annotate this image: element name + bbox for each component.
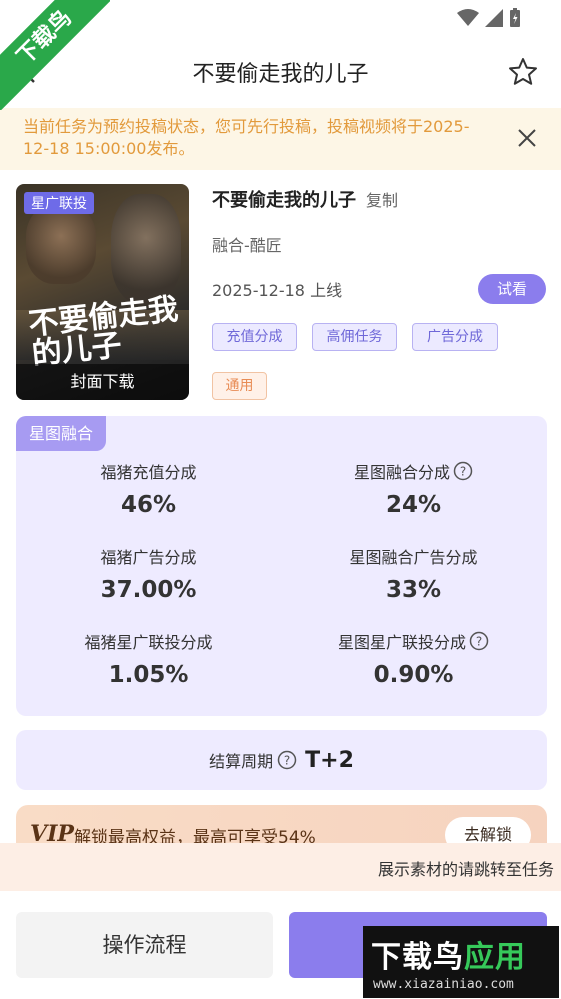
cover-art-figure-right [111,194,181,304]
tag-chip: 高佣任务 [312,323,397,351]
share-item-key: 福猪广告分成 [100,548,197,567]
status-icons [457,8,521,28]
trial-watch-button[interactable]: 试看 [478,274,546,304]
cover-download-button[interactable]: 封面下载 [16,364,189,400]
revenue-share-panel: 星图融合 福猪充值分成 46% 星图融合分成 ? 24% 福猪广告分成 37.0… [16,416,547,716]
settlement-period: 结算周期 ? T+2 [16,730,547,790]
share-item: 福猪星广联投分成 1.05% [16,630,281,688]
help-icon[interactable]: ? [277,750,297,770]
share-item-key: 福猪充值分成 [100,463,197,482]
cover-tag: 星广联投 [24,192,94,214]
settlement-period-label: 结算周期 [209,752,274,771]
share-item-key: 福猪星广联投分成 [84,633,213,652]
tag-chip: 广告分成 [412,323,498,351]
share-item-value: 46% [120,492,177,518]
share-item: 福猪广告分成 37.00% [16,545,281,603]
share-item: 星图融合广告分成 33% [281,545,546,603]
schedule-notice: 当前任务为预约投稿状态，您可先行投稿，投稿视频将于2025-12-18 15:0… [0,108,561,170]
drama-cover[interactable]: 不要偷走我的儿子 星广联投 封面下载 [16,184,189,400]
share-item: 星图星广联投分成 ? 0.90% [281,630,546,688]
tag-chip: 通用 [212,372,267,400]
operation-flow-button[interactable]: 操作流程 [16,912,273,978]
page-title: 不要偷走我的儿子 [192,62,369,87]
favorite-star-icon[interactable] [507,56,539,92]
cover-art-figure-left [26,204,96,284]
corner-watermark: 下载鸟 [0,0,110,110]
watermark-brand-sub: 应用 [464,940,526,975]
share-item-value: 1.05% [108,662,189,688]
share-panel-label: 星图融合 [16,416,106,451]
svg-text:?: ? [284,754,290,768]
help-icon[interactable]: ? [469,631,489,651]
share-item-value: 24% [385,492,442,518]
share-item-value: 0.90% [373,662,454,688]
hint-strip: 展示素材的请跳转至任务 [0,843,561,891]
release-date: 2025-12-18 上线 [212,281,343,300]
notice-text: 当前任务为预约投稿状态，您可先行投稿，投稿视频将于2025-12-18 15:0… [23,117,470,158]
hint-text: 展示素材的请跳转至任务 [378,860,555,879]
watermark-site: www.xiazainiao.com [373,977,514,992]
share-item: 福猪充值分成 46% [16,460,281,518]
share-item-value: 37.00% [100,577,197,603]
drama-author: 融合-酷匠 [212,236,282,255]
close-icon[interactable] [517,128,537,154]
share-item: 星图融合分成 ? 24% [281,460,546,518]
wifi-icon [457,9,479,26]
share-item-key: 星图融合广告分成 [349,548,478,567]
watermark-brand-main: 下载鸟 [371,940,464,975]
drama-info: 不要偷走我的儿子 复制 融合-酷匠 2025-12-18 上线 试看 [212,184,547,304]
svg-text:?: ? [460,465,466,479]
share-item-key: 星图融合分成 [353,463,450,482]
help-icon[interactable]: ? [453,461,473,481]
drama-name: 不要偷走我的儿子 [212,190,356,211]
battery-icon [510,8,520,27]
signal-icon [485,9,503,27]
settlement-period-value: T+2 [305,747,354,773]
corner-watermark-text: 下载鸟 [0,0,110,110]
share-item-value: 33% [385,577,442,603]
share-item-key: 星图星广联投分成 [337,633,466,652]
tag-chip: 充值分成 [212,323,297,351]
svg-text:?: ? [476,635,482,649]
site-watermark: 下载鸟应用 www.xiazainiao.com [363,926,559,998]
copy-button[interactable]: 复制 [366,187,398,211]
